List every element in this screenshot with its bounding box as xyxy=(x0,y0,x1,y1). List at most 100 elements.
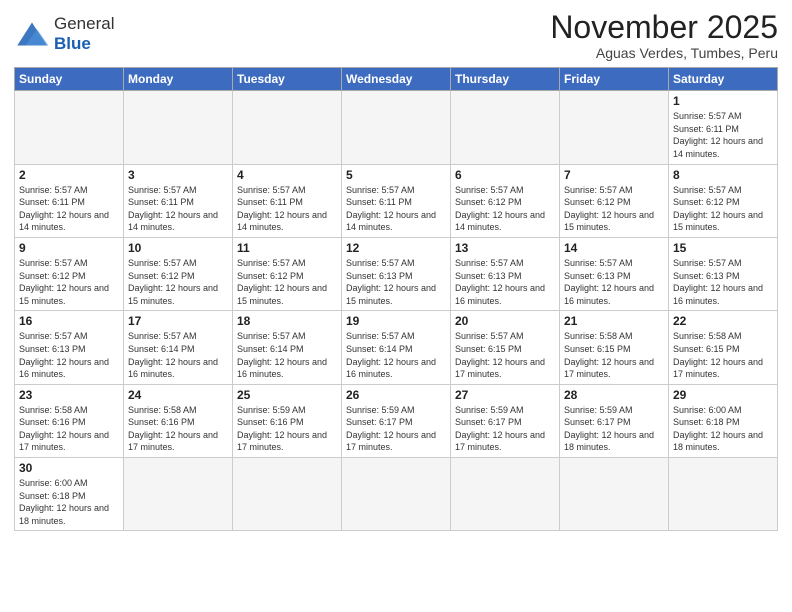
calendar-cell: 10 Sunrise: 5:57 AM Sunset: 6:12 PM Dayli… xyxy=(124,237,233,310)
location: Aguas Verdes, Tumbes, Peru xyxy=(550,45,778,61)
calendar-cell xyxy=(451,458,560,531)
day-number: 23 xyxy=(19,388,119,402)
calendar-cell: 16 Sunrise: 5:57 AM Sunset: 6:13 PM Dayli… xyxy=(15,311,124,384)
day-number: 27 xyxy=(455,388,555,402)
day-info: Sunrise: 5:57 AM Sunset: 6:13 PM Dayligh… xyxy=(19,330,119,380)
calendar-cell xyxy=(342,91,451,164)
day-number: 8 xyxy=(673,168,773,182)
calendar-week-row: 30Sunrise: 6:00 AM Sunset: 6:18 PM Dayli… xyxy=(15,458,778,531)
day-number: 24 xyxy=(128,388,228,402)
day-info: Sunrise: 5:57 AM Sunset: 6:12 PM Dayligh… xyxy=(128,257,228,307)
month-title: November 2025 xyxy=(550,10,778,45)
day-info: Sunrise: 5:57 AM Sunset: 6:14 PM Dayligh… xyxy=(128,330,228,380)
calendar-cell: 8Sunrise: 5:57 AM Sunset: 6:12 PM Daylig… xyxy=(669,164,778,237)
day-info: Sunrise: 5:59 AM Sunset: 6:17 PM Dayligh… xyxy=(564,404,664,454)
calendar-cell xyxy=(342,458,451,531)
day-number: 2 xyxy=(19,168,119,182)
day-number: 5 xyxy=(346,168,446,182)
calendar-cell: 27Sunrise: 5:59 AM Sunset: 6:17 PM Dayli… xyxy=(451,384,560,457)
day-number: 16 xyxy=(19,314,119,328)
col-wednesday: Wednesday xyxy=(342,68,451,91)
calendar-cell: 7Sunrise: 5:57 AM Sunset: 6:12 PM Daylig… xyxy=(560,164,669,237)
day-info: Sunrise: 5:57 AM Sunset: 6:11 PM Dayligh… xyxy=(237,184,337,234)
day-info: Sunrise: 5:57 AM Sunset: 6:12 PM Dayligh… xyxy=(237,257,337,307)
calendar-cell: 4 Sunrise: 5:57 AM Sunset: 6:11 PM Daylig… xyxy=(233,164,342,237)
day-number: 9 xyxy=(19,241,119,255)
day-number: 18 xyxy=(237,314,337,328)
day-number: 29 xyxy=(673,388,773,402)
day-number: 7 xyxy=(564,168,664,182)
col-sunday: Sunday xyxy=(15,68,124,91)
calendar-cell: 28 Sunrise: 5:59 AM Sunset: 6:17 PM Dayli… xyxy=(560,384,669,457)
calendar-cell: 25 Sunrise: 5:59 AM Sunset: 6:16 PM Dayli… xyxy=(233,384,342,457)
day-number: 28 xyxy=(564,388,664,402)
day-number: 14 xyxy=(564,241,664,255)
day-info: Sunrise: 5:59 AM Sunset: 6:16 PM Dayligh… xyxy=(237,404,337,454)
calendar-cell: 2Sunrise: 5:57 AM Sunset: 6:11 PM Daylig… xyxy=(15,164,124,237)
calendar-cell: 21 Sunrise: 5:58 AM Sunset: 6:15 PM Dayli… xyxy=(560,311,669,384)
day-info: Sunrise: 5:57 AM Sunset: 6:13 PM Dayligh… xyxy=(564,257,664,307)
day-info: Sunrise: 5:59 AM Sunset: 6:17 PM Dayligh… xyxy=(346,404,446,454)
col-friday: Friday xyxy=(560,68,669,91)
calendar-cell: 15 Sunrise: 5:57 AM Sunset: 6:13 PM Dayli… xyxy=(669,237,778,310)
page: General Blue November 2025 Aguas Verdes,… xyxy=(0,0,792,612)
day-number: 10 xyxy=(128,241,228,255)
calendar-cell xyxy=(124,91,233,164)
calendar-cell: 13Sunrise: 5:57 AM Sunset: 6:13 PM Dayli… xyxy=(451,237,560,310)
day-number: 19 xyxy=(346,314,446,328)
calendar-cell: 29 Sunrise: 6:00 AM Sunset: 6:18 PM Dayli… xyxy=(669,384,778,457)
logo: General Blue xyxy=(14,14,114,53)
day-info: Sunrise: 5:57 AM Sunset: 6:14 PM Dayligh… xyxy=(237,330,337,380)
day-info: Sunrise: 5:58 AM Sunset: 6:15 PM Dayligh… xyxy=(564,330,664,380)
day-number: 21 xyxy=(564,314,664,328)
day-number: 1 xyxy=(673,94,773,108)
calendar-cell: 19 Sunrise: 5:57 AM Sunset: 6:14 PM Dayli… xyxy=(342,311,451,384)
day-info: Sunrise: 5:57 AM Sunset: 6:11 PM Dayligh… xyxy=(346,184,446,234)
day-info: Sunrise: 5:57 AM Sunset: 6:14 PM Dayligh… xyxy=(346,330,446,380)
calendar-cell xyxy=(15,91,124,164)
day-info: Sunrise: 5:58 AM Sunset: 6:16 PM Dayligh… xyxy=(128,404,228,454)
calendar-cell: 18 Sunrise: 5:57 AM Sunset: 6:14 PM Dayli… xyxy=(233,311,342,384)
calendar-cell: 6Sunrise: 5:57 AM Sunset: 6:12 PM Daylig… xyxy=(451,164,560,237)
generalblue-icon xyxy=(14,19,50,49)
calendar-header-row: Sunday Monday Tuesday Wednesday Thursday… xyxy=(15,68,778,91)
calendar-cell: 9 Sunrise: 5:57 AM Sunset: 6:12 PM Daylig… xyxy=(15,237,124,310)
day-number: 25 xyxy=(237,388,337,402)
calendar-cell: 30Sunrise: 6:00 AM Sunset: 6:18 PM Dayli… xyxy=(15,458,124,531)
day-info: Sunrise: 5:57 AM Sunset: 6:13 PM Dayligh… xyxy=(346,257,446,307)
day-info: Sunrise: 5:57 AM Sunset: 6:12 PM Dayligh… xyxy=(19,257,119,307)
calendar-cell: 17Sunrise: 5:57 AM Sunset: 6:14 PM Dayli… xyxy=(124,311,233,384)
day-info: Sunrise: 5:57 AM Sunset: 6:11 PM Dayligh… xyxy=(673,110,773,160)
col-saturday: Saturday xyxy=(669,68,778,91)
day-number: 22 xyxy=(673,314,773,328)
day-number: 12 xyxy=(346,241,446,255)
calendar-cell: 23Sunrise: 5:58 AM Sunset: 6:16 PM Dayli… xyxy=(15,384,124,457)
calendar-cell xyxy=(233,91,342,164)
day-number: 20 xyxy=(455,314,555,328)
day-number: 15 xyxy=(673,241,773,255)
calendar-week-row: 1 Sunrise: 5:57 AM Sunset: 6:11 PM Daylig… xyxy=(15,91,778,164)
calendar-cell: 20 Sunrise: 5:57 AM Sunset: 6:15 PM Dayli… xyxy=(451,311,560,384)
calendar-cell: 3Sunrise: 5:57 AM Sunset: 6:11 PM Daylig… xyxy=(124,164,233,237)
day-info: Sunrise: 6:00 AM Sunset: 6:18 PM Dayligh… xyxy=(673,404,773,454)
calendar-cell: 14 Sunrise: 5:57 AM Sunset: 6:13 PM Dayli… xyxy=(560,237,669,310)
calendar-cell: 26Sunrise: 5:59 AM Sunset: 6:17 PM Dayli… xyxy=(342,384,451,457)
day-number: 6 xyxy=(455,168,555,182)
day-info: Sunrise: 5:57 AM Sunset: 6:13 PM Dayligh… xyxy=(673,257,773,307)
calendar-cell xyxy=(124,458,233,531)
calendar-cell: 11Sunrise: 5:57 AM Sunset: 6:12 PM Dayli… xyxy=(233,237,342,310)
day-info: Sunrise: 5:57 AM Sunset: 6:15 PM Dayligh… xyxy=(455,330,555,380)
calendar-cell: 12 Sunrise: 5:57 AM Sunset: 6:13 PM Dayli… xyxy=(342,237,451,310)
calendar-week-row: 2 Sunrise: 5:57 AM Sunset: 6:11 PM Daylig… xyxy=(15,164,778,237)
day-number: 4 xyxy=(237,168,337,182)
day-number: 13 xyxy=(455,241,555,255)
calendar-cell: 22Sunrise: 5:58 AM Sunset: 6:15 PM Dayli… xyxy=(669,311,778,384)
calendar-week-row: 23 Sunrise: 5:58 AM Sunset: 6:16 PM Dayli… xyxy=(15,384,778,457)
day-info: Sunrise: 6:00 AM Sunset: 6:18 PM Dayligh… xyxy=(19,477,119,527)
calendar-cell: 5 Sunrise: 5:57 AM Sunset: 6:11 PM Daylig… xyxy=(342,164,451,237)
calendar-cell: 1 Sunrise: 5:57 AM Sunset: 6:11 PM Daylig… xyxy=(669,91,778,164)
col-tuesday: Tuesday xyxy=(233,68,342,91)
col-monday: Monday xyxy=(124,68,233,91)
header: General Blue November 2025 Aguas Verdes,… xyxy=(14,10,778,61)
calendar-week-row: 16 Sunrise: 5:57 AM Sunset: 6:13 PM Dayli… xyxy=(15,311,778,384)
